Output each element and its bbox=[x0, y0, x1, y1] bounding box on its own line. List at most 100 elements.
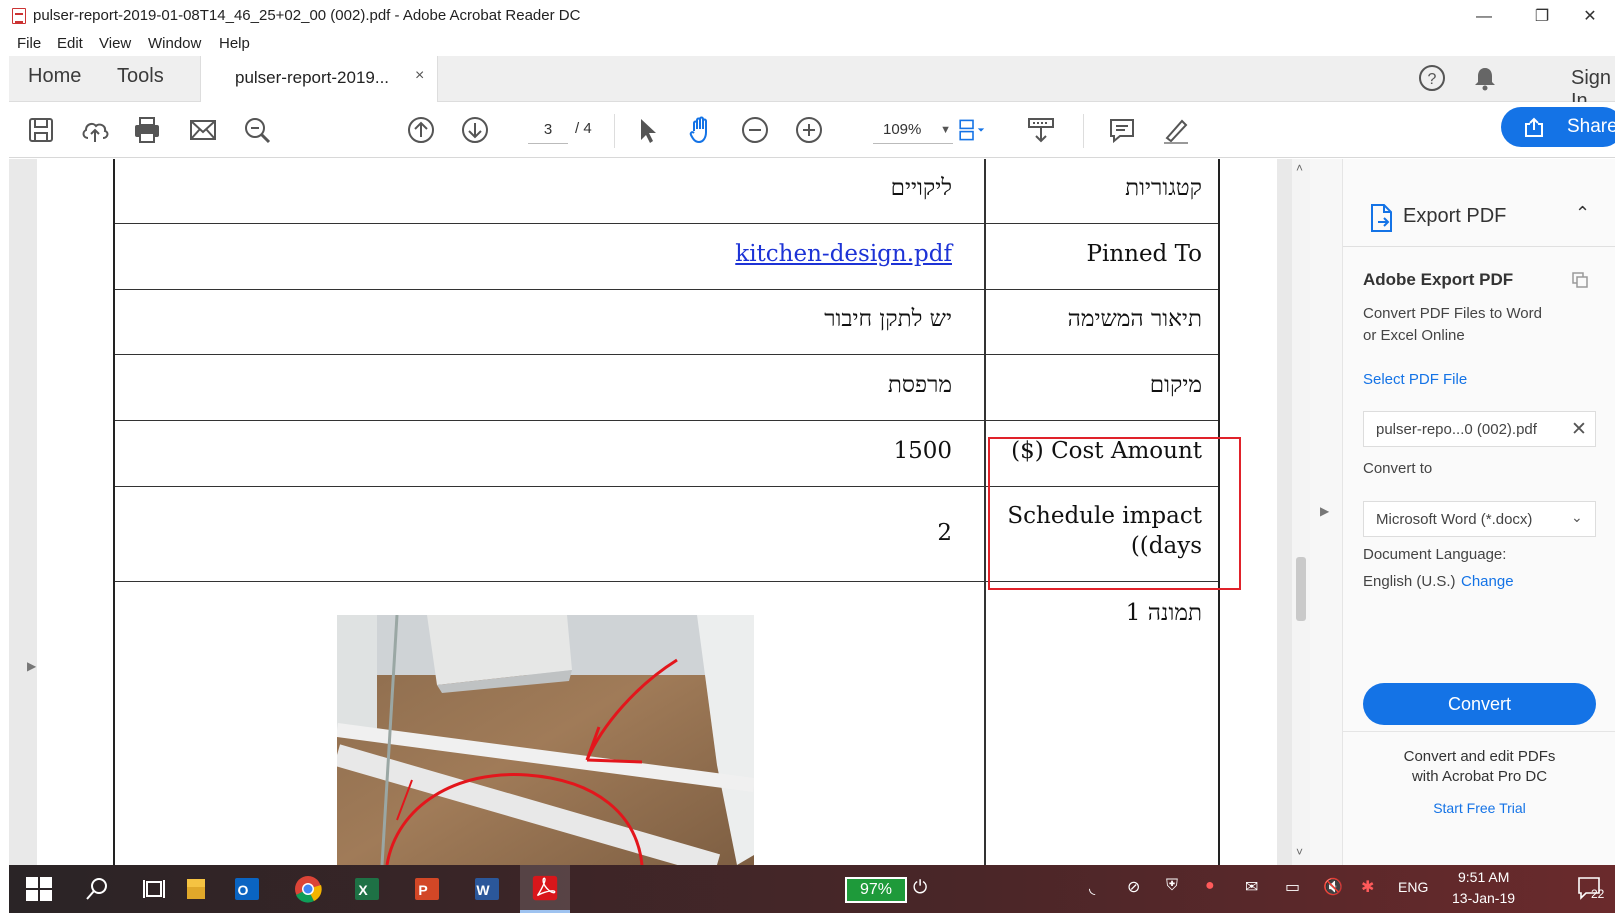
row-label: מיקום bbox=[1149, 372, 1202, 398]
select-cursor-icon[interactable] bbox=[631, 114, 663, 146]
email-icon[interactable] bbox=[187, 114, 219, 146]
save-icon[interactable] bbox=[25, 114, 57, 146]
menu-edit[interactable]: Edit bbox=[57, 35, 83, 52]
volume-muted-icon[interactable]: 🔇 bbox=[1323, 877, 1343, 897]
start-free-trial-link[interactable]: Start Free Trial bbox=[1343, 800, 1615, 816]
hand-tool-icon[interactable] bbox=[685, 114, 717, 146]
svg-text:W: W bbox=[476, 882, 490, 898]
row-value: 2 bbox=[937, 520, 952, 546]
page-display-icon[interactable] bbox=[957, 114, 989, 146]
input-language[interactable]: ENG bbox=[1398, 879, 1428, 895]
outlook-icon[interactable]: O bbox=[231, 873, 263, 905]
chat-app-icon[interactable]: ● bbox=[1205, 877, 1215, 895]
chevron-down-icon: ⌄ bbox=[1571, 509, 1583, 525]
search-icon[interactable] bbox=[81, 873, 113, 905]
previous-page-icon[interactable] bbox=[405, 114, 437, 146]
svg-text:P: P bbox=[418, 882, 427, 898]
scroll-down-arrow[interactable]: ˅ bbox=[1296, 845, 1303, 859]
acrobat-taskbar-button[interactable] bbox=[520, 865, 570, 913]
promo-line2: with Acrobat Pro DC bbox=[1411, 768, 1548, 785]
zoom-level-select[interactable]: 109% ▼ bbox=[873, 116, 953, 144]
restore-button[interactable]: ❐ bbox=[1519, 4, 1565, 30]
find-zoom-icon[interactable] bbox=[241, 114, 273, 146]
powerpoint-icon[interactable]: P bbox=[411, 873, 443, 905]
print-icon[interactable] bbox=[131, 114, 163, 146]
page-number-input[interactable]: 3 bbox=[528, 116, 568, 144]
export-description-line1: Convert PDF Files to Word bbox=[1363, 305, 1542, 322]
share-icon bbox=[1525, 117, 1543, 137]
battery-indicator[interactable]: 97% bbox=[845, 877, 907, 903]
menu-view[interactable]: View bbox=[99, 35, 131, 52]
word-icon[interactable]: W bbox=[471, 873, 503, 905]
convert-to-label: Convert to bbox=[1363, 460, 1433, 477]
chevron-down-icon: ▼ bbox=[940, 124, 951, 136]
menu-window[interactable]: Window bbox=[148, 35, 201, 52]
acrobat-icon bbox=[12, 8, 26, 24]
chevron-up-icon[interactable]: ⌃ bbox=[1575, 203, 1590, 224]
scroll-mode-icon[interactable] bbox=[1025, 114, 1057, 146]
pinned-file-link[interactable]: kitchen-design.pdf bbox=[735, 241, 952, 267]
file-explorer-icon[interactable] bbox=[181, 873, 213, 905]
tab-document[interactable]: pulser-report-2019... × bbox=[200, 56, 438, 102]
bell-icon[interactable] bbox=[1471, 64, 1499, 92]
battery-tray-icon[interactable]: ▭ bbox=[1285, 877, 1300, 897]
annotation-highlight-box bbox=[988, 437, 1241, 590]
tab-tools[interactable]: Tools bbox=[117, 65, 164, 88]
convert-to-select[interactable]: Microsoft Word (*.docx) ⌄ bbox=[1363, 501, 1596, 537]
tab-home[interactable]: Home bbox=[28, 65, 81, 88]
tab-bar: Home Tools pulser-report-2019... × ? Sig… bbox=[9, 56, 1615, 112]
table-row: תיאור המשימה יש לתקן חיבור bbox=[115, 290, 1218, 355]
windows-start-icon[interactable] bbox=[23, 873, 55, 905]
minimize-button[interactable]: — bbox=[1461, 4, 1507, 30]
highlight-pen-icon[interactable] bbox=[1160, 114, 1192, 146]
document-language-value: English (U.S.) bbox=[1363, 573, 1456, 590]
excel-icon[interactable]: X bbox=[351, 873, 383, 905]
menu-help[interactable]: Help bbox=[219, 35, 250, 52]
outlook-tray-icon[interactable]: ✉ bbox=[1245, 877, 1258, 897]
next-page-icon[interactable] bbox=[459, 114, 491, 146]
scroll-thumb[interactable] bbox=[1296, 557, 1306, 621]
upload-cloud-icon[interactable] bbox=[79, 114, 111, 146]
row-value: ליקויים bbox=[890, 175, 952, 201]
export-pdf-panel: Export PDF ⌃ Adobe Export PDF Convert PD… bbox=[1342, 159, 1615, 865]
notification-count: 22 bbox=[1591, 887, 1605, 901]
share-label: Share bbox=[1567, 116, 1615, 137]
security-shield-icon[interactable]: ⛨ bbox=[1166, 877, 1178, 895]
app-tray-icon[interactable]: ✱ bbox=[1361, 877, 1374, 897]
clock-time[interactable]: 9:51 AM bbox=[1458, 869, 1509, 885]
remove-file-icon[interactable]: ✕ bbox=[1571, 418, 1587, 441]
comment-icon[interactable] bbox=[1106, 114, 1138, 146]
export-pdf-header[interactable]: Export PDF ⌃ bbox=[1343, 189, 1615, 247]
defect-photo bbox=[337, 615, 754, 865]
scroll-up-arrow[interactable]: ˄ bbox=[1296, 161, 1303, 175]
convert-button[interactable]: Convert bbox=[1363, 683, 1596, 725]
charging-plug-icon: ⏻ bbox=[913, 877, 928, 897]
change-language-link[interactable]: Change bbox=[1461, 573, 1514, 590]
svg-text:O: O bbox=[238, 882, 249, 898]
right-pane-toggle[interactable]: ▶ bbox=[1320, 504, 1329, 518]
zoom-out-icon[interactable] bbox=[739, 114, 771, 146]
table-row: קטגוריות ליקויים bbox=[115, 159, 1218, 224]
select-pdf-file-link[interactable]: Select PDF File bbox=[1363, 371, 1467, 388]
clock-date[interactable]: 13-Jan-19 bbox=[1452, 890, 1515, 906]
selected-file-field[interactable]: pulser-repo...0 (002).pdf ✕ bbox=[1363, 411, 1596, 447]
promo-line1: Convert and edit PDFs bbox=[1403, 748, 1556, 765]
share-button[interactable]: Share bbox=[1501, 107, 1615, 147]
title-bar: pulser-report-2019-01-08T14_46_25+02_00 … bbox=[0, 0, 1615, 32]
network-warning-icon[interactable]: ⊘ bbox=[1127, 877, 1140, 897]
task-view-icon[interactable] bbox=[139, 873, 171, 905]
row-value: 1500 bbox=[893, 438, 952, 464]
zoom-in-icon[interactable] bbox=[793, 114, 825, 146]
help-icon[interactable]: ? bbox=[1418, 64, 1446, 92]
chrome-icon[interactable] bbox=[292, 873, 324, 905]
toolbar-divider bbox=[614, 114, 615, 148]
vertical-scrollbar[interactable]: ˄ ˅ bbox=[1292, 159, 1310, 865]
wifi-icon[interactable]: ◟ bbox=[1089, 878, 1095, 898]
row-label: תמונה 1 bbox=[1125, 600, 1202, 626]
left-pane-toggle[interactable]: ▶ bbox=[27, 659, 36, 673]
menu-file[interactable]: File bbox=[17, 35, 41, 52]
selected-file-name: pulser-repo...0 (002).pdf bbox=[1376, 421, 1537, 438]
copy-icon[interactable] bbox=[1571, 271, 1589, 289]
close-window-button[interactable]: ✕ bbox=[1567, 4, 1613, 30]
close-tab-button[interactable]: × bbox=[415, 67, 424, 85]
